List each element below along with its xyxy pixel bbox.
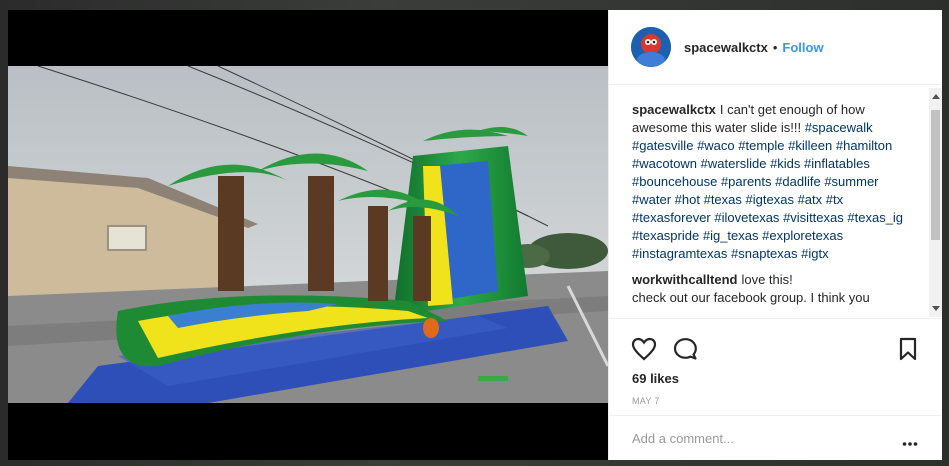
post-photo[interactable] — [8, 66, 608, 403]
hashtag-link[interactable]: #summer — [824, 174, 878, 189]
hashtag-link[interactable]: #waterslide — [701, 156, 767, 171]
hashtag-link[interactable]: #tx — [826, 192, 843, 207]
comment-icon[interactable] — [672, 337, 698, 366]
hashtag-link[interactable]: #igtx — [801, 246, 828, 261]
post-media — [8, 10, 608, 460]
list-item-comment: workwithcalltend love this! check out our… — [632, 271, 917, 307]
hashtag-link[interactable]: #snaptexas — [731, 246, 798, 261]
comments-scrollbar[interactable] — [929, 88, 942, 317]
hashtag-link[interactable]: #instagramtexas — [632, 246, 727, 261]
hashtag-link[interactable]: #texas_ig — [847, 210, 903, 225]
hashtag-link[interactable]: #waco — [697, 138, 735, 153]
heart-icon[interactable] — [631, 337, 657, 366]
hashtag-link[interactable]: #hamilton — [836, 138, 892, 153]
hashtag-link[interactable]: #inflatables — [804, 156, 870, 171]
hashtag-link[interactable]: #texas — [704, 192, 742, 207]
follow-button[interactable]: Follow — [782, 40, 823, 55]
hashtag-link[interactable]: #visittexas — [783, 210, 844, 225]
add-comment-bar — [609, 415, 942, 461]
hashtag-link[interactable]: #texaspride — [632, 228, 699, 243]
hashtag-link[interactable]: #gatesville — [632, 138, 693, 153]
hashtag-link[interactable]: #dadlife — [775, 174, 821, 189]
post-username[interactable]: spacewalkctx — [684, 40, 768, 55]
hashtag-link[interactable]: #ilovetexas — [714, 210, 779, 225]
hashtag-link[interactable]: #wacotown — [632, 156, 697, 171]
scroll-up-icon[interactable] — [932, 94, 940, 99]
comment-input[interactable] — [632, 431, 882, 446]
avatar[interactable] — [631, 27, 671, 67]
caption-comment: spacewalkctx I can't get enough of how aw… — [632, 101, 917, 263]
hashtag-link[interactable]: #atx — [798, 192, 823, 207]
bookmark-icon[interactable] — [898, 337, 918, 366]
hashtag-link[interactable]: #hot — [675, 192, 700, 207]
hashtag-link[interactable]: #igtexas — [746, 192, 794, 207]
more-icon[interactable] — [902, 434, 918, 452]
hashtag-link[interactable]: #exploretexas — [762, 228, 843, 243]
hashtag-link[interactable]: #ig_texas — [703, 228, 759, 243]
avatar-image — [631, 27, 671, 67]
caption-username[interactable]: spacewalkctx — [632, 102, 716, 117]
comment-username[interactable]: workwithcalltend — [632, 272, 737, 287]
separator-dot: • — [772, 39, 778, 55]
comments-list[interactable]: spacewalkctx I can't get enough of how aw… — [609, 85, 942, 318]
scroll-down-icon[interactable] — [932, 306, 940, 311]
hashtag-list: #spacewalk #gatesville #waco #temple #ki… — [632, 120, 903, 261]
hashtag-link[interactable]: #texasforever — [632, 210, 711, 225]
hashtag-link[interactable]: #kids — [770, 156, 800, 171]
hashtag-link[interactable]: #parents — [721, 174, 772, 189]
post-side-panel: spacewalkctx • Follow spacewalkctx I can'… — [608, 10, 942, 460]
comment-text-line2: check out our facebook group. I think yo… — [632, 290, 870, 305]
hashtag-link[interactable]: #bouncehouse — [632, 174, 717, 189]
post-date[interactable]: MAY 7 — [632, 396, 660, 406]
hashtag-link[interactable]: #water — [632, 192, 671, 207]
hashtag-link[interactable]: #spacewalk — [805, 120, 873, 135]
post-header: spacewalkctx • Follow — [609, 10, 942, 85]
comment-text-line1: love this! — [741, 272, 793, 287]
scrollbar-thumb[interactable] — [931, 110, 940, 240]
hashtag-link[interactable]: #temple — [738, 138, 784, 153]
hashtag-link[interactable]: #killeen — [788, 138, 832, 153]
like-count[interactable]: 69 likes — [632, 371, 679, 386]
